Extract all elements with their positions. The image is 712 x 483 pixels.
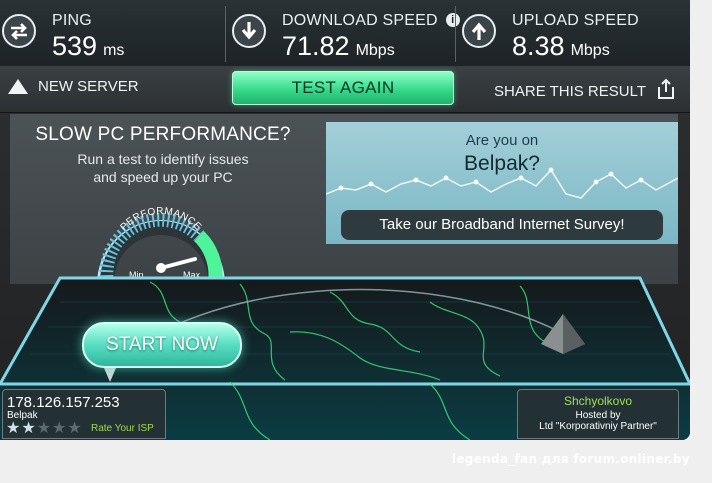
server-hosted-by: Hosted by (575, 410, 621, 421)
survey-button[interactable]: Take our Broadband Internet Survey! (341, 210, 663, 240)
server-partner: Ltd "Korporativniy Partner" (539, 421, 657, 432)
promo-panel: SLOW PC PERFORMANCE? Run a test to ident… (10, 114, 678, 285)
share-label: SHARE THIS RESULT (494, 82, 646, 100)
watermark: legenda_fan для forum.onliner.by (451, 452, 690, 466)
server-city: Shchyolkovo (563, 394, 633, 408)
action-bar: NEW SERVER TEST AGAIN SHARE THIS RESULT (0, 66, 690, 113)
metrics-bar: PING 539 ms DOWNLOAD SPEED i 71.82 Mbps UPL… (0, 0, 690, 67)
client-ip: 178.126.157.253 (7, 394, 120, 411)
triangle-icon (8, 79, 28, 94)
test-again-button[interactable]: TEST AGAIN (232, 71, 454, 105)
speedtest-app: PING 539 ms DOWNLOAD SPEED i 71.82 Mbps UPL… (0, 0, 690, 440)
new-server-button[interactable]: NEW SERVER (8, 78, 139, 95)
star-icon[interactable]: ★ (52, 421, 66, 437)
upload-metric: UPLOAD SPEED 8.38 Mbps (460, 0, 686, 66)
star-icon[interactable]: ★ (37, 421, 51, 437)
divider (455, 6, 456, 62)
download-metric: DOWNLOAD SPEED i 71.82 Mbps (230, 0, 460, 66)
upload-arrow-icon (462, 14, 496, 48)
client-info-box: 178.126.157.253 Belpak ★ ★ ★ ★ ★ Rate Your I… (2, 389, 166, 439)
ping-arrows-icon (2, 14, 36, 48)
star-icon[interactable]: ★ (6, 421, 20, 437)
start-now-button[interactable]: START NOW (82, 322, 242, 368)
share-icon (656, 78, 676, 104)
promo-subtitle: Run a test to identify issues and speed … (77, 151, 249, 185)
ping-metric: PING 539 ms (0, 0, 226, 66)
ping-value: 539 ms (52, 31, 125, 61)
new-server-label: NEW SERVER (38, 78, 139, 95)
server-info-box: Shchyolkovo Hosted by Ltd "Korporativniy… (517, 389, 679, 439)
divider (225, 6, 226, 62)
ping-label: PING (52, 12, 92, 29)
survey-question: Are you on (465, 132, 539, 149)
upload-label: UPLOAD SPEED (512, 12, 639, 29)
download-label: DOWNLOAD SPEED i (282, 12, 460, 30)
isp-rating-stars[interactable]: ★ ★ ★ ★ ★ (6, 421, 82, 437)
upload-value: 8.38 Mbps (512, 31, 610, 61)
share-result-button[interactable]: SHARE THIS RESULT (494, 78, 676, 104)
pc-performance-promo: SLOW PC PERFORMANCE? Run a test to ident… (10, 114, 316, 285)
isp-survey-banner: Are you on Belpak? Take our Broadband In… (326, 122, 678, 244)
star-icon[interactable]: ★ (67, 421, 81, 437)
info-icon[interactable]: i (445, 13, 460, 27)
download-value: 71.82 Mbps (282, 31, 395, 61)
survey-isp: Belpak? (464, 152, 540, 175)
promo-title: SLOW PC PERFORMANCE? (35, 124, 291, 145)
download-arrow-icon (232, 14, 266, 48)
gauge-needle (159, 257, 197, 270)
star-icon[interactable]: ★ (21, 421, 35, 437)
rate-isp-link[interactable]: Rate Your ISP (91, 423, 154, 434)
